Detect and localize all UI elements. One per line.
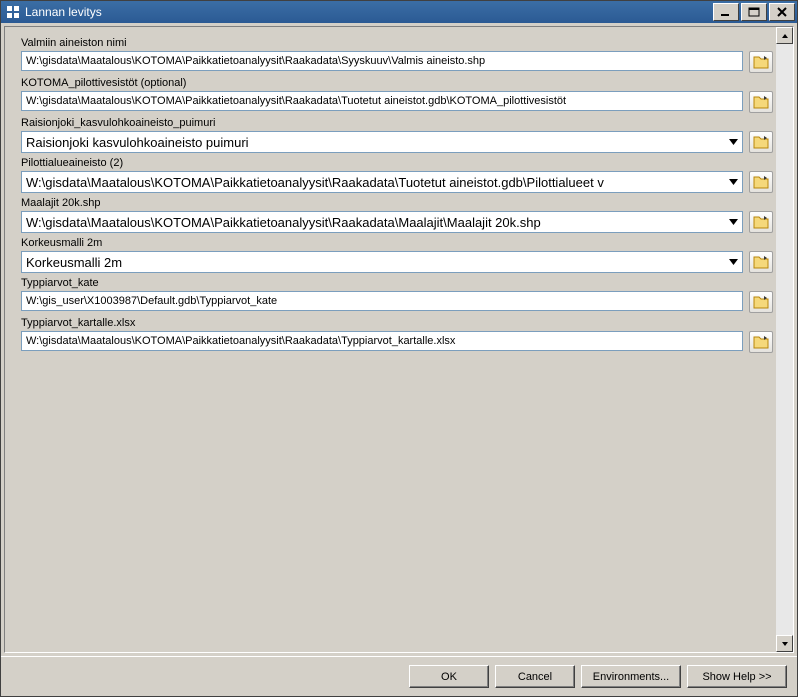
browse-button[interactable] (749, 51, 773, 73)
pilottialue-combo[interactable]: W:\gisdata\Maatalous\KOTOMA\Paikkatietoa… (21, 171, 743, 193)
scroll-up-button[interactable] (776, 27, 793, 44)
typpiarvot-kartalle-input[interactable] (21, 331, 743, 351)
ok-button[interactable]: OK (409, 665, 489, 688)
titlebar: Lannan levitys (1, 1, 797, 23)
dialog-window: Lannan levitys Valmiin aineiston nimi (0, 0, 798, 697)
cancel-button[interactable]: Cancel (495, 665, 575, 688)
vertical-scrollbar[interactable] (776, 27, 793, 652)
field-maalajit: Maalajit 20k.shp W:\gisdata\Maatalous\KO… (21, 197, 773, 233)
field-label: Maalajit 20k.shp (21, 197, 773, 209)
chevron-down-icon[interactable] (725, 172, 742, 192)
form-panel: Valmiin aineiston nimi KOTOMA_pilottives… (4, 26, 794, 653)
combo-value: Raisionjoki kasvulohkoaineisto puimuri (26, 135, 725, 150)
browse-button[interactable] (749, 251, 773, 273)
maximize-button[interactable] (741, 3, 767, 21)
chevron-down-icon[interactable] (725, 212, 742, 232)
field-label: Korkeusmalli 2m (21, 237, 773, 249)
minimize-button[interactable] (713, 3, 739, 21)
show-help-button[interactable]: Show Help >> (687, 665, 787, 688)
browse-button[interactable] (749, 171, 773, 193)
combo-value: W:\gisdata\Maatalous\KOTOMA\Paikkatietoa… (26, 175, 725, 190)
browse-button[interactable] (749, 131, 773, 153)
chevron-down-icon[interactable] (725, 252, 742, 272)
field-kotoma-pilottivesistot: KOTOMA_pilottivesistöt (optional) (21, 77, 773, 113)
valmiin-aineiston-nimi-input[interactable] (21, 51, 743, 71)
field-pilottialueaineisto: Pilottialueaineisto (2) W:\gisdata\Maata… (21, 157, 773, 193)
field-raisionjoki-kasvulohko: Raisionjoki_kasvulohkoaineisto_puimuri R… (21, 117, 773, 153)
field-label: Typpiarvot_kartalle.xlsx (21, 317, 773, 329)
korkeusmalli-combo[interactable]: Korkeusmalli 2m (21, 251, 743, 273)
combo-value: W:\gisdata\Maatalous\KOTOMA\Paikkatietoa… (26, 215, 725, 230)
browse-button[interactable] (749, 331, 773, 353)
browse-button[interactable] (749, 91, 773, 113)
close-button[interactable] (769, 3, 795, 21)
field-valmiin-aineiston-nimi: Valmiin aineiston nimi (21, 37, 773, 73)
content-area: Valmiin aineiston nimi KOTOMA_pilottives… (1, 23, 797, 656)
window-controls (711, 3, 795, 21)
field-typpiarvot-kate: Typpiarvot_kate (21, 277, 773, 313)
maalajit-combo[interactable]: W:\gisdata\Maatalous\KOTOMA\Paikkatietoa… (21, 211, 743, 233)
browse-button[interactable] (749, 291, 773, 313)
app-icon (5, 4, 21, 20)
typpiarvot-kate-input[interactable] (21, 291, 743, 311)
scroll-down-button[interactable] (776, 635, 793, 652)
field-label: KOTOMA_pilottivesistöt (optional) (21, 77, 773, 89)
chevron-down-icon[interactable] (725, 132, 742, 152)
browse-button[interactable] (749, 211, 773, 233)
environments-button[interactable]: Environments... (581, 665, 681, 688)
field-label: Pilottialueaineisto (2) (21, 157, 773, 169)
raisionjoki-combo[interactable]: Raisionjoki kasvulohkoaineisto puimuri (21, 131, 743, 153)
field-typpiarvot-kartalle: Typpiarvot_kartalle.xlsx (21, 317, 773, 353)
field-label: Typpiarvot_kate (21, 277, 773, 289)
dialog-button-bar: OK Cancel Environments... Show Help >> (1, 656, 797, 696)
field-korkeusmalli: Korkeusmalli 2m Korkeusmalli 2m (21, 237, 773, 273)
kotoma-pilottivesistot-input[interactable] (21, 91, 743, 111)
window-title: Lannan levitys (25, 5, 711, 19)
field-label: Raisionjoki_kasvulohkoaineisto_puimuri (21, 117, 773, 129)
field-label: Valmiin aineiston nimi (21, 37, 773, 49)
combo-value: Korkeusmalli 2m (26, 255, 725, 270)
